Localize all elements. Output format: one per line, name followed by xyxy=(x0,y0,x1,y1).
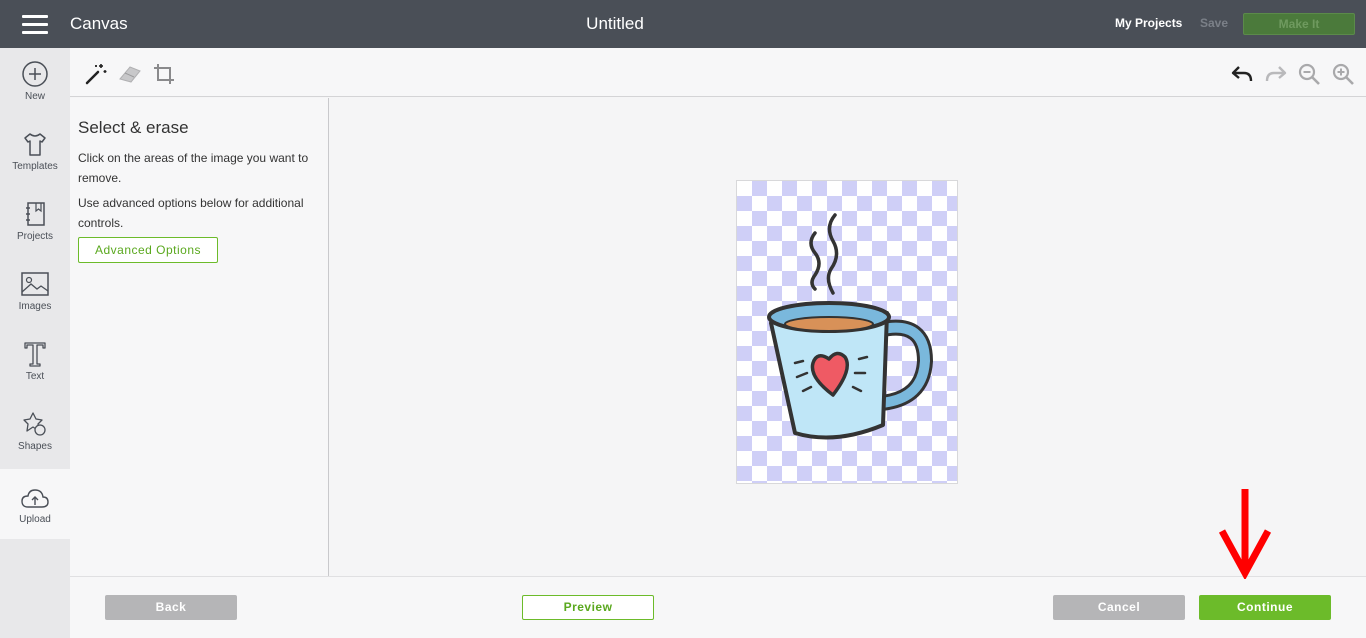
sidebar-item-text[interactable]: Text xyxy=(0,340,70,410)
canvas-area xyxy=(330,98,1366,576)
zoom-in-icon[interactable] xyxy=(1331,62,1355,86)
panel-advanced-hint: Use advanced options below for additiona… xyxy=(78,196,304,230)
uploaded-image-preview[interactable] xyxy=(736,180,958,484)
zoom-out-icon[interactable] xyxy=(1297,62,1321,86)
bottom-action-bar: Back Preview Cancel Continue xyxy=(70,576,1366,638)
document-title[interactable]: Untitled xyxy=(0,14,1230,34)
red-arrow-annotation xyxy=(1219,489,1271,579)
crop-icon[interactable] xyxy=(152,62,176,86)
editing-toolbar xyxy=(70,48,1366,97)
sidebar-item-images[interactable]: Images xyxy=(0,270,70,340)
plus-circle-icon xyxy=(22,61,48,87)
left-sidebar: New Templates Projects Images Text Shape… xyxy=(0,48,70,638)
text-t-icon xyxy=(24,342,46,367)
top-header: Canvas Untitled My Projects Save Make It xyxy=(0,0,1366,48)
sidebar-item-label: Projects xyxy=(16,231,54,242)
tshirt-icon xyxy=(24,133,46,156)
sidebar-item-label: New xyxy=(24,91,45,102)
select-erase-panel: Select & erase Click on the areas of the… xyxy=(70,98,329,576)
redo-icon[interactable] xyxy=(1264,62,1288,86)
undo-icon[interactable] xyxy=(1230,62,1254,86)
image-icon xyxy=(21,272,49,296)
sidebar-item-label: Upload xyxy=(19,514,51,525)
shapes-icon xyxy=(23,412,46,436)
advanced-options-button[interactable]: Advanced Options xyxy=(78,237,218,263)
panel-title: Select & erase xyxy=(78,118,189,137)
preview-button[interactable]: Preview xyxy=(522,595,654,620)
continue-button[interactable]: Continue xyxy=(1199,595,1331,620)
back-button[interactable]: Back xyxy=(105,595,237,620)
magic-wand-icon[interactable] xyxy=(84,62,108,86)
eraser-icon[interactable] xyxy=(118,62,142,86)
panel-instruction-text: Click on the areas of the image you want… xyxy=(78,151,309,185)
sidebar-item-templates[interactable]: Templates xyxy=(0,130,70,200)
sidebar-item-projects[interactable]: Projects xyxy=(0,200,70,270)
sidebar-item-label: Text xyxy=(25,371,45,382)
sidebar-item-upload[interactable]: Upload xyxy=(0,469,70,539)
notebook-icon xyxy=(26,202,45,226)
cancel-button[interactable]: Cancel xyxy=(1053,595,1185,620)
my-projects-link[interactable]: My Projects xyxy=(1115,16,1182,30)
cloud-upload-icon xyxy=(21,489,49,508)
coffee-mug-illustration xyxy=(767,213,934,440)
save-button[interactable]: Save xyxy=(1200,16,1228,30)
sidebar-item-new[interactable]: New xyxy=(0,60,70,130)
make-it-button[interactable]: Make It xyxy=(1243,13,1355,35)
sidebar-item-label: Templates xyxy=(12,161,58,172)
sidebar-item-label: Images xyxy=(18,301,52,312)
sidebar-item-label: Shapes xyxy=(18,441,52,452)
